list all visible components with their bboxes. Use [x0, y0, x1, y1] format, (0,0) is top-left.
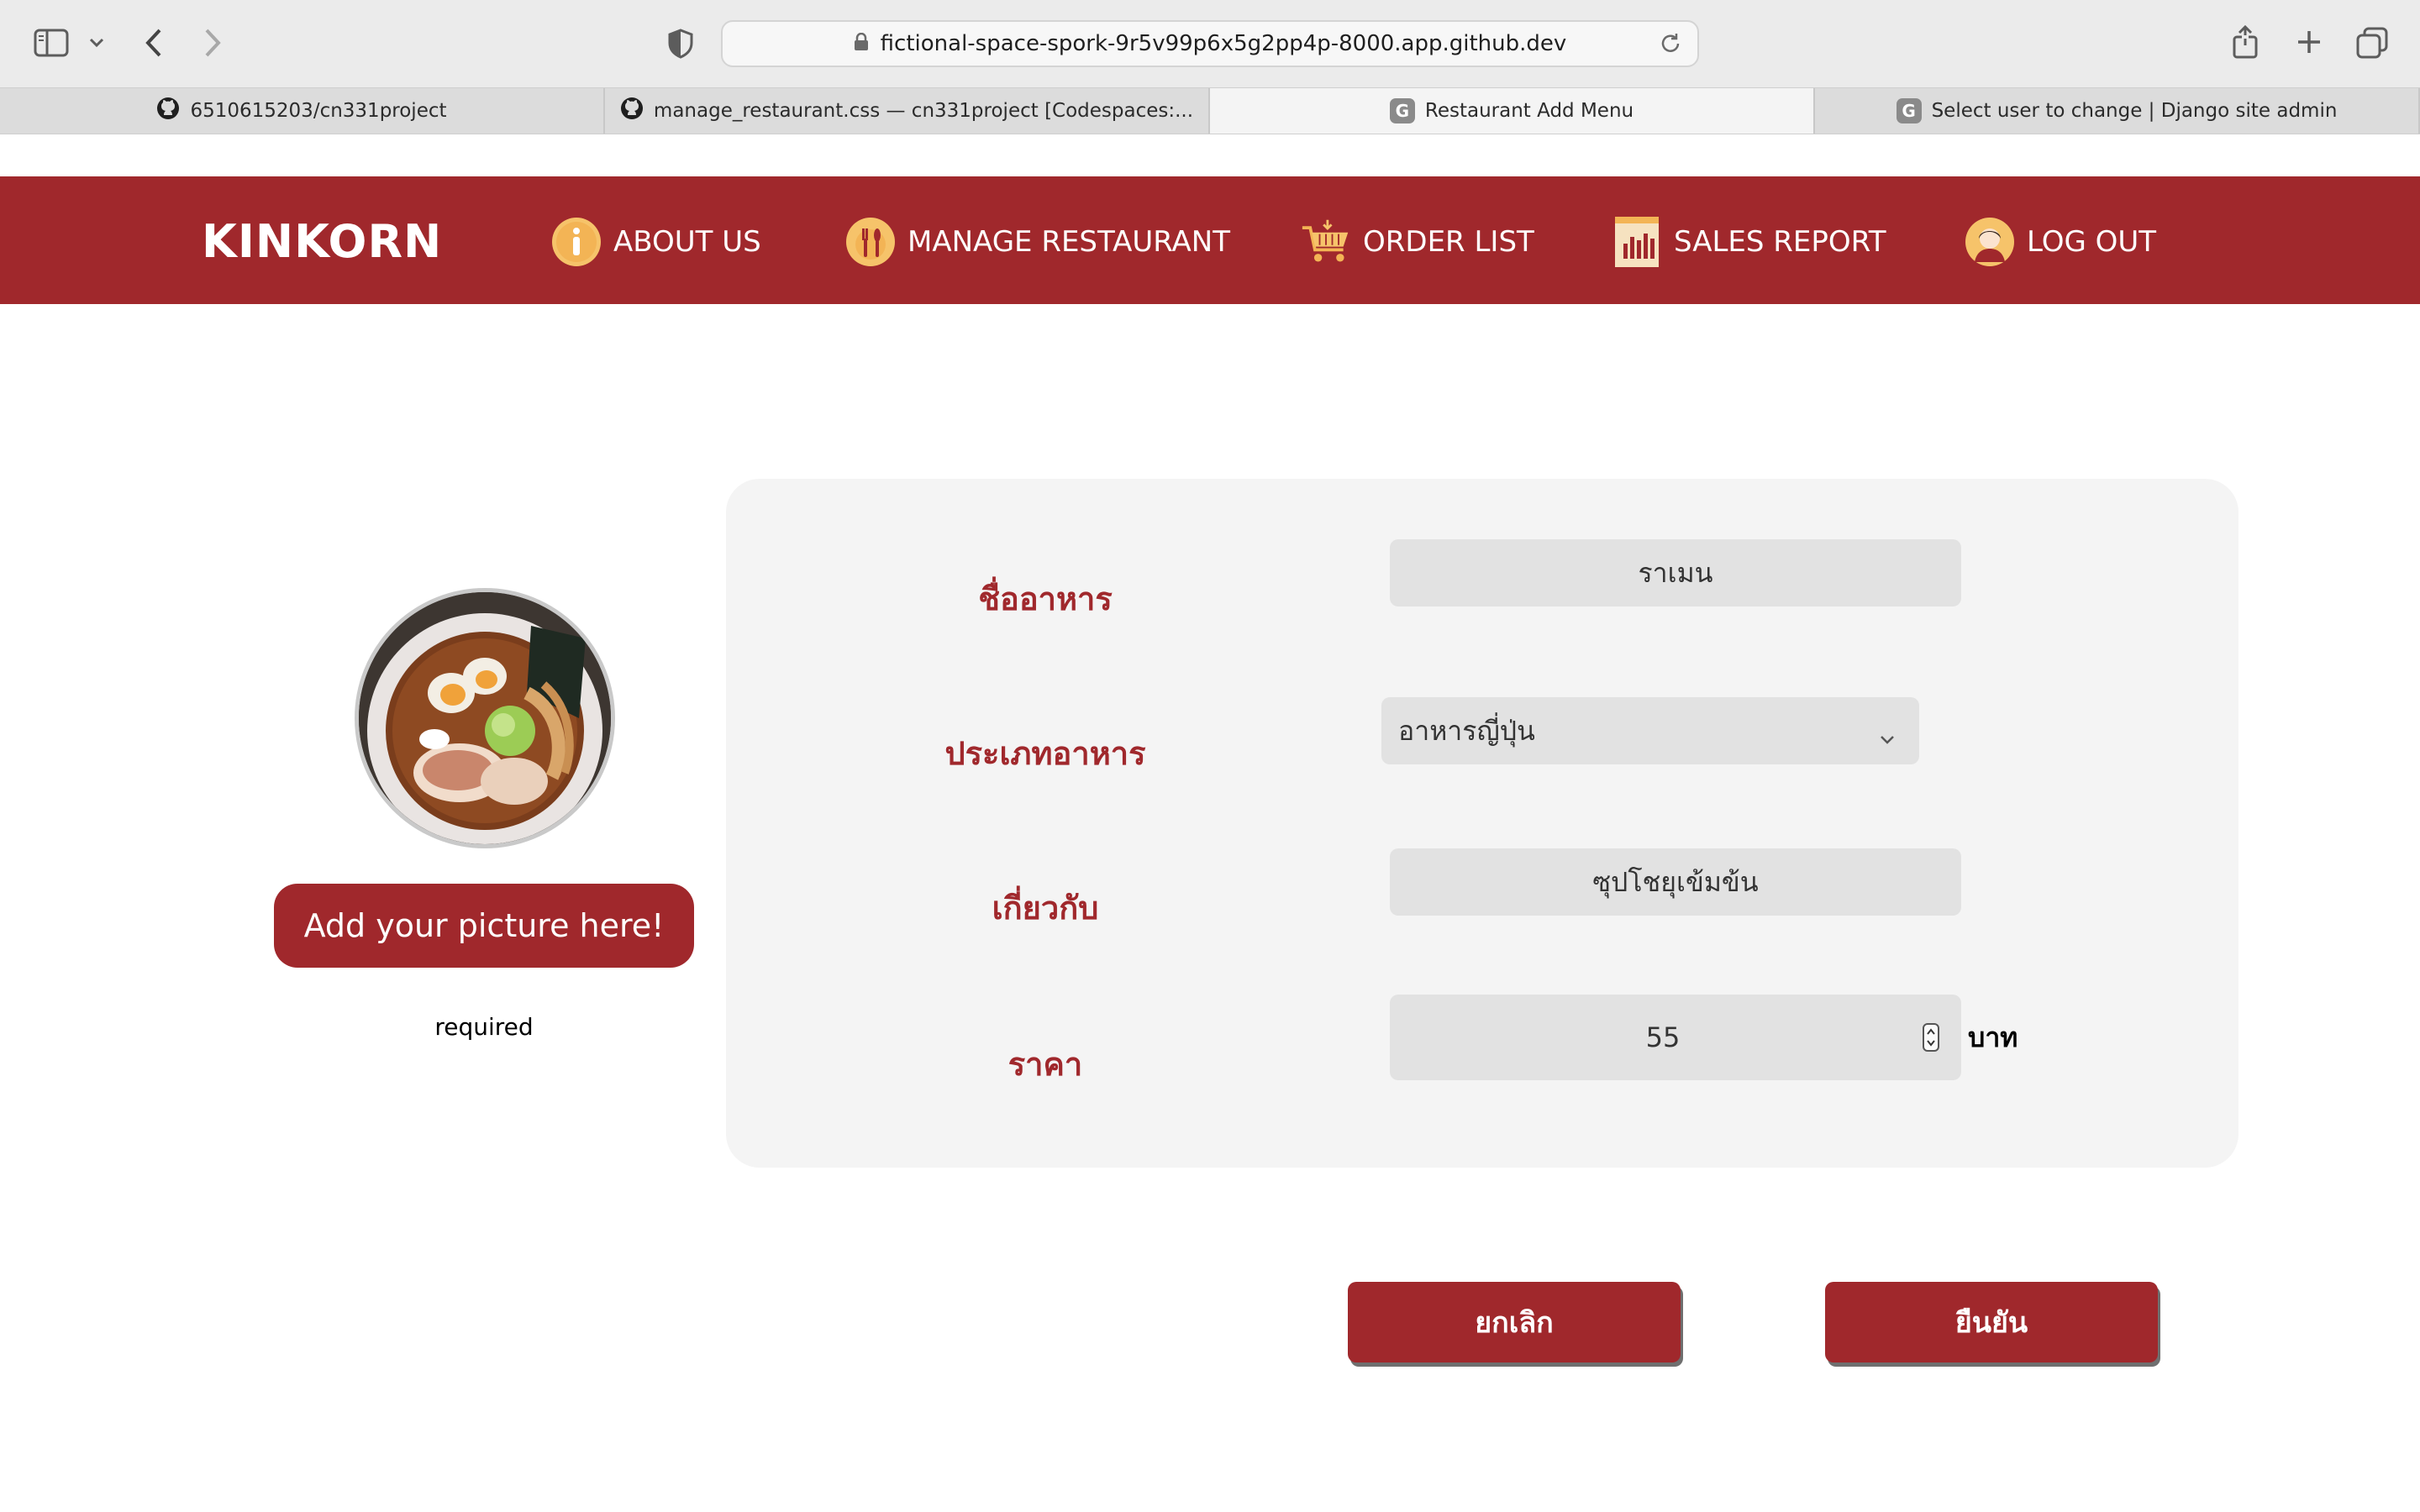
- info-icon: [551, 217, 602, 267]
- new-tab-icon[interactable]: [2292, 25, 2326, 59]
- tab-title: 6510615203/cn331project: [190, 100, 447, 122]
- nav-log-out[interactable]: LOG OUT: [1965, 215, 2156, 269]
- dining-icon: [845, 217, 896, 267]
- site-navbar: KINKORN ABOUT US MANAGE RESTAURANT ORDER…: [0, 176, 2420, 304]
- food-name-input[interactable]: ราเมน: [1390, 539, 1961, 606]
- food-photo: [355, 588, 615, 848]
- tab-restaurant-add-menu[interactable]: G Restaurant Add Menu: [1210, 88, 1815, 134]
- nav-label: MANAGE RESTAURANT: [908, 225, 1230, 259]
- food-name-label: ชื่ออาหาร: [978, 580, 1113, 617]
- tab-css-file[interactable]: manage_restaurant.css — cn331project [Co…: [605, 88, 1210, 134]
- price-unit: บาท: [1968, 1021, 2018, 1053]
- brand-logo[interactable]: KINKORN: [202, 215, 442, 268]
- report-icon: [1612, 217, 1662, 267]
- url-text: fictional-space-spork-9r5v99p6x5g2pp4p-8…: [880, 31, 1567, 56]
- price-value: 55: [1645, 1021, 1681, 1053]
- about-input[interactable]: ซุปโชยุเข้มข้น: [1390, 848, 1961, 916]
- nav-label: SALES REPORT: [1674, 225, 1886, 259]
- food-type-select[interactable]: อาหารญี่ปุ่น: [1381, 697, 1919, 764]
- lock-icon: [854, 32, 869, 55]
- user-avatar-icon: [1965, 217, 2015, 267]
- tab-title: Select user to change | Django site admi…: [1931, 100, 2338, 122]
- nav-sales-report[interactable]: SALES REPORT: [1612, 215, 1886, 269]
- sidebar-toggle-icon[interactable]: [32, 27, 71, 59]
- site-favicon-icon: G: [1389, 98, 1415, 123]
- chevron-down-icon: [1879, 721, 1896, 753]
- privacy-shield-icon[interactable]: [666, 27, 696, 60]
- tab-title: Restaurant Add Menu: [1424, 100, 1634, 122]
- cancel-button[interactable]: ยกเลิก: [1348, 1282, 1681, 1362]
- price-input[interactable]: 55: [1390, 995, 1961, 1080]
- forward-icon[interactable]: [198, 25, 227, 60]
- tab-overview-icon[interactable]: [2354, 25, 2390, 60]
- nav-about-us[interactable]: ABOUT US: [551, 215, 761, 269]
- tab-django-admin[interactable]: G Select user to change | Django site ad…: [1815, 88, 2420, 134]
- nav-label: ORDER LIST: [1363, 225, 1534, 259]
- chevron-down-icon[interactable]: [86, 32, 108, 54]
- tab-title: manage_restaurant.css — cn331project [Co…: [653, 100, 1194, 122]
- browser-toolbar: fictional-space-spork-9r5v99p6x5g2pp4p-8…: [0, 0, 2420, 87]
- reload-icon[interactable]: [1659, 32, 1682, 59]
- share-icon[interactable]: [2228, 24, 2262, 60]
- github-icon: [620, 97, 644, 125]
- food-type-label: ประเภทอาหาร: [944, 735, 1146, 772]
- number-stepper-icon[interactable]: [1923, 1023, 1939, 1052]
- nav-label: ABOUT US: [613, 225, 761, 259]
- required-note: required: [434, 1013, 534, 1041]
- tab-bar: 6510615203/cn331project manage_restauran…: [0, 87, 2420, 134]
- food-type-selected: อาหารญี่ปุ่น: [1398, 714, 1535, 747]
- back-icon[interactable]: [139, 25, 168, 60]
- add-picture-button[interactable]: Add your picture here!: [274, 884, 694, 968]
- price-label: ราคา: [1007, 1046, 1083, 1083]
- site-favicon-icon: G: [1896, 98, 1922, 123]
- cart-icon: [1301, 217, 1351, 267]
- nav-order-list[interactable]: ORDER LIST: [1301, 215, 1534, 269]
- nav-manage-restaurant[interactable]: MANAGE RESTAURANT: [845, 215, 1230, 269]
- menu-form-panel: ชื่ออาหาร ราเมน ประเภทอาหาร อาหารญี่ปุ่น…: [726, 479, 2238, 1168]
- confirm-button[interactable]: ยืนยัน: [1825, 1282, 2158, 1362]
- tab-github-repo[interactable]: 6510615203/cn331project: [0, 88, 605, 134]
- github-icon: [156, 97, 180, 125]
- about-label: เกี่ยวกับ: [992, 890, 1099, 927]
- address-bar[interactable]: fictional-space-spork-9r5v99p6x5g2pp4p-8…: [721, 20, 1699, 67]
- nav-label: LOG OUT: [2027, 225, 2157, 259]
